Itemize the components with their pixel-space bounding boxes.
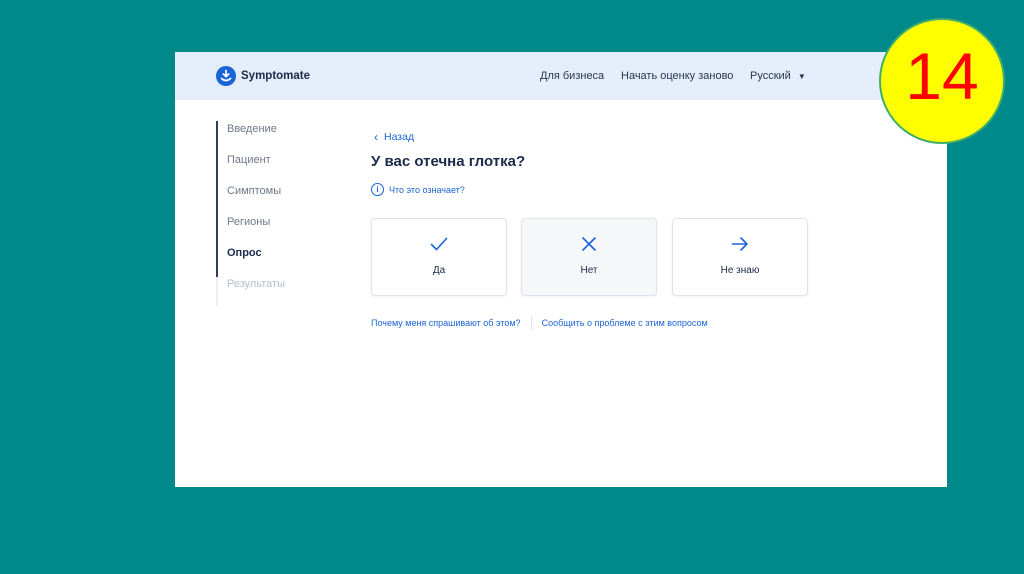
footer-links: Почему меня спрашивают об этом? Сообщить… — [371, 316, 708, 330]
step-interview: Опрос — [227, 247, 262, 259]
report-problem-link[interactable]: Сообщить о проблеме с этим вопросом — [542, 318, 708, 328]
arrow-right-icon — [731, 237, 748, 251]
why-asked-link[interactable]: Почему меня спрашивают об этом? — [371, 318, 521, 328]
slide-number-badge: 14 — [879, 18, 1005, 144]
chevron-down-icon: ▼ — [797, 71, 806, 81]
step-patient[interactable]: Пациент — [227, 154, 271, 166]
logo-text: Symptomate — [241, 70, 311, 82]
answer-no-label: Нет — [580, 265, 598, 276]
progress-steps: Введение Пациент Симптомы Регионы Опрос … — [216, 121, 318, 306]
language-label: Русский — [750, 70, 791, 82]
explain-link[interactable]: i Что это означает? — [371, 183, 465, 196]
symptomate-logo-icon — [216, 66, 236, 86]
step-results: Результаты — [227, 278, 285, 290]
answer-no-button[interactable]: Нет — [521, 218, 657, 296]
nav-for-business[interactable]: Для бизнеса — [540, 70, 604, 82]
back-label: Назад — [384, 131, 415, 143]
step-symptoms[interactable]: Симптомы — [227, 185, 281, 197]
divider — [530, 316, 532, 330]
app-window: Symptomate Для бизнеса Начать оценку зан… — [175, 52, 947, 487]
explain-label: Что это означает? — [389, 184, 465, 195]
answer-dont-know-label: Не знаю — [720, 265, 760, 276]
back-link[interactable]: ‹ Назад — [374, 130, 414, 144]
check-icon — [430, 237, 448, 251]
logo[interactable]: Symptomate — [216, 66, 310, 86]
chevron-left-icon: ‹ — [374, 130, 378, 144]
info-icon: i — [371, 183, 384, 196]
step-introduction[interactable]: Введение — [227, 123, 277, 135]
top-header: Symptomate Для бизнеса Начать оценку зан… — [175, 52, 947, 100]
answer-yes-button[interactable]: Да — [371, 218, 507, 296]
steps-progress-bar — [216, 121, 218, 277]
nav-restart-assessment[interactable]: Начать оценку заново — [621, 70, 733, 82]
answer-yes-label: Да — [432, 265, 446, 276]
question-title: У вас отечна глотка? — [371, 153, 526, 170]
step-regions[interactable]: Регионы — [227, 216, 270, 228]
language-selector[interactable]: Русский ▼ — [750, 70, 806, 82]
answer-dont-know-button[interactable]: Не знаю — [672, 218, 808, 296]
slide-number: 14 — [905, 39, 979, 113]
x-icon — [582, 237, 596, 251]
